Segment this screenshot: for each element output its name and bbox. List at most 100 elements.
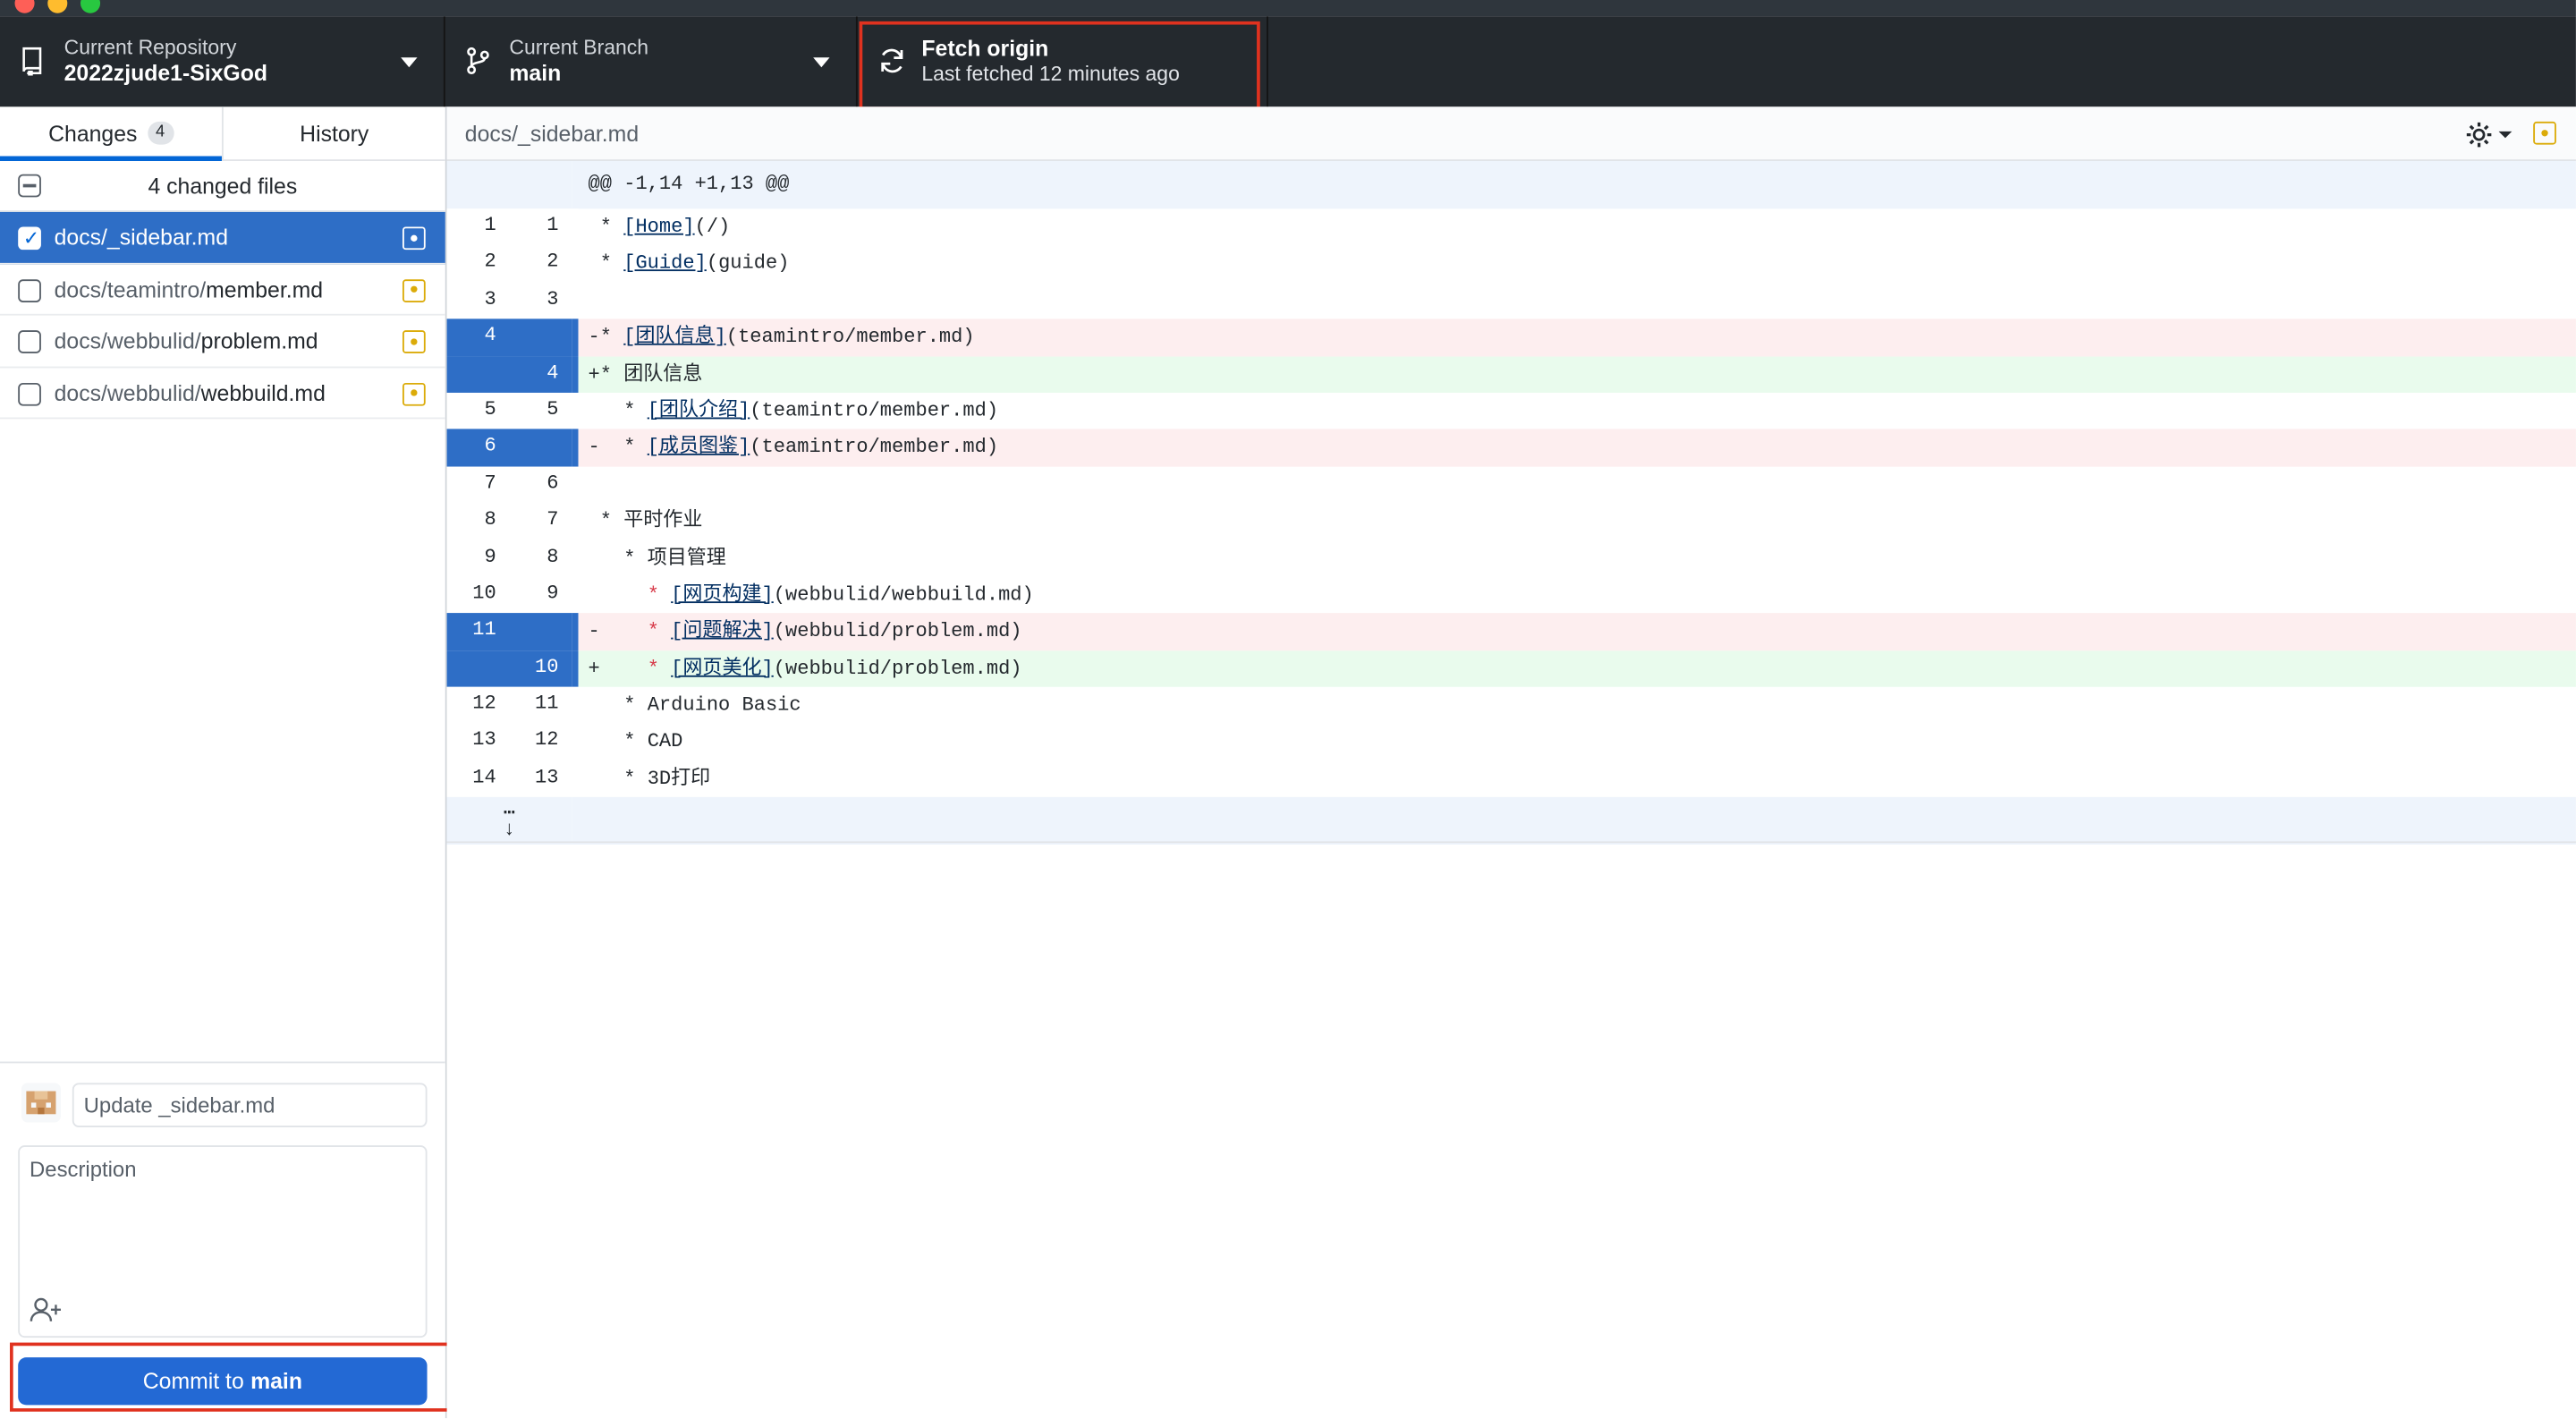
markdown-link: [Guide] [623,251,707,276]
diff-line[interactable]: 11 * [Home](/) [446,208,2576,246]
diff-line[interactable]: 4 -* [团队信息](teamintro/member.md) [446,319,2576,356]
diff-line-code: * [Guide](guide) [579,245,2576,282]
line-number-gutter[interactable]: 11 [446,208,572,246]
close-window-button[interactable] [14,0,35,13]
include-file-checkbox[interactable] [18,330,41,353]
current-repository-dropdown[interactable]: Current Repository 2022zjude1-SixGod [0,16,445,107]
line-number-gutter[interactable]: 22 [446,245,572,283]
diff-line[interactable]: 33 [446,282,2576,319]
line-text: (webbulid/webbuild.md) [773,582,1034,607]
commit-button-branch: main [250,1368,302,1394]
file-list-item[interactable]: docs/webbulid/webbuild.md [0,368,445,420]
diff-prefix [589,472,600,496]
line-number-gutter[interactable]: 14 13 [446,760,572,798]
fetch-origin-button[interactable]: Fetch origin Last fetched 12 minutes ago [858,16,1268,107]
select-all-checkbox[interactable] [18,174,41,198]
old-line-number [447,356,510,393]
gear-icon[interactable] [2464,120,2517,149]
list-bullet: * [623,436,648,460]
diff-line-code: * [团队介绍](teamintro/member.md) [579,393,2576,429]
commit-description-input[interactable] [20,1147,426,1292]
line-number-gutter[interactable]: 11 [446,613,572,650]
commit-summary-input[interactable] [72,1083,428,1127]
old-line-number: 14 [472,765,496,789]
file-dir: docs/ [54,225,107,251]
diff-line[interactable]: 76 [446,466,2576,504]
expand-down-button[interactable]: ⋯ ↓ [446,797,572,845]
repository-icon [22,47,42,76]
include-file-checkbox[interactable]: ✓ [18,226,41,251]
diff-line-code: - * [问题解决](webbulid/problem.md) [578,613,2576,650]
line-number-gutter[interactable]: 4 [446,319,572,356]
new-line-number: 2 [547,250,559,274]
diff-line[interactable]: 22 * [Guide](guide) [446,245,2576,283]
line-number-gutter[interactable]: 98 [446,540,572,577]
markdown-link: [网页构建] [671,582,774,607]
tab-changes[interactable]: Changes 4 [0,106,224,161]
old-line-number: 5 [484,397,496,421]
diff-line-code: * Arduino Basic [579,687,2576,724]
list-bullet: * [599,362,624,386]
diff-line[interactable]: 87 * 平时作业 [446,503,2576,540]
line-number-gutter[interactable]: 4 [446,355,572,393]
diff-line[interactable]: 12 11 * Arduino Basic [446,686,2576,725]
repository-name: 2022zjude1-SixGod [64,60,268,86]
diff-line[interactable]: 11 - * [问题解决](webbulid/problem.md) [446,613,2576,650]
fetch-title: Fetch origin [921,36,1049,61]
diff-line[interactable]: 55 * [团队介绍](teamintro/member.md) [446,392,2576,430]
diff-line[interactable]: 10 9 * [网页构建](webbulid/webbuild.md) [446,576,2576,614]
new-line-number [509,614,572,650]
diff-line-code [579,283,2576,319]
line-number-gutter[interactable]: 76 [446,466,572,504]
line-number-gutter[interactable]: 33 [446,282,572,319]
current-branch-dropdown[interactable]: Current Branch main [445,16,858,107]
old-line-number: 10 [472,582,496,605]
line-number-gutter[interactable]: 10 [446,650,572,687]
changed-files-count: 4 changed files [148,173,298,199]
diff-line[interactable]: 6 - * [成员图鉴](teamintro/member.md) [446,429,2576,467]
diff-line[interactable]: 4 +* 团队信息 [446,355,2576,393]
line-number-gutter[interactable]: 13 12 [446,724,572,761]
include-file-checkbox[interactable] [18,278,41,302]
commit-button[interactable]: Commit to main [18,1357,428,1406]
line-number-gutter[interactable]: 87 [446,503,572,540]
list-bullet: * [599,509,624,533]
diff-end-divider [446,841,2576,844]
diff-line[interactable]: 14 13 * 3D打印 [446,760,2576,798]
diff-line[interactable]: 98 * 项目管理 [446,540,2576,577]
line-number-gutter[interactable]: 10 9 [446,576,572,614]
zoom-window-button[interactable] [80,0,101,13]
hunk-gutter[interactable] [446,160,572,209]
new-line-number: 10 [535,655,559,678]
line-number-gutter[interactable]: 12 11 [446,686,572,725]
line-text: 项目管理 [647,546,726,570]
list-bullet: * [599,325,624,349]
file-list-item[interactable]: docs/teamintro/member.md [0,264,445,316]
diff-line[interactable]: 13 12 * CAD [446,724,2576,761]
commit-panel: Commit to main [0,1061,445,1419]
line-number-gutter[interactable]: 6 [446,429,572,467]
minimize-window-button[interactable] [47,0,68,13]
file-list-item[interactable]: ✓ docs/_sidebar.md [0,211,445,264]
tab-history[interactable]: History [224,106,445,159]
file-list-item[interactable]: docs/webbulid/problem.md [0,316,445,368]
diff-prefix: - [588,325,600,349]
old-line-number: 3 [484,287,496,310]
include-file-checkbox[interactable] [18,382,41,405]
diff-prefix: + [588,657,600,680]
diff-line[interactable]: 10 + * [网页美化](webbulid/problem.md) [446,650,2576,687]
new-line-number: 11 [535,692,559,716]
sidebar-tabs: Changes 4 History [0,106,445,161]
line-number-gutter[interactable]: 55 [446,392,572,430]
commit-description-box [18,1145,428,1338]
add-coauthor-icon[interactable] [30,1296,63,1322]
old-line-number: 13 [472,728,496,752]
diff-line-code: * [网页构建](webbulid/webbuild.md) [579,577,2576,614]
diff-prefix [589,583,600,607]
diff-header: docs/_sidebar.md [446,106,2576,161]
